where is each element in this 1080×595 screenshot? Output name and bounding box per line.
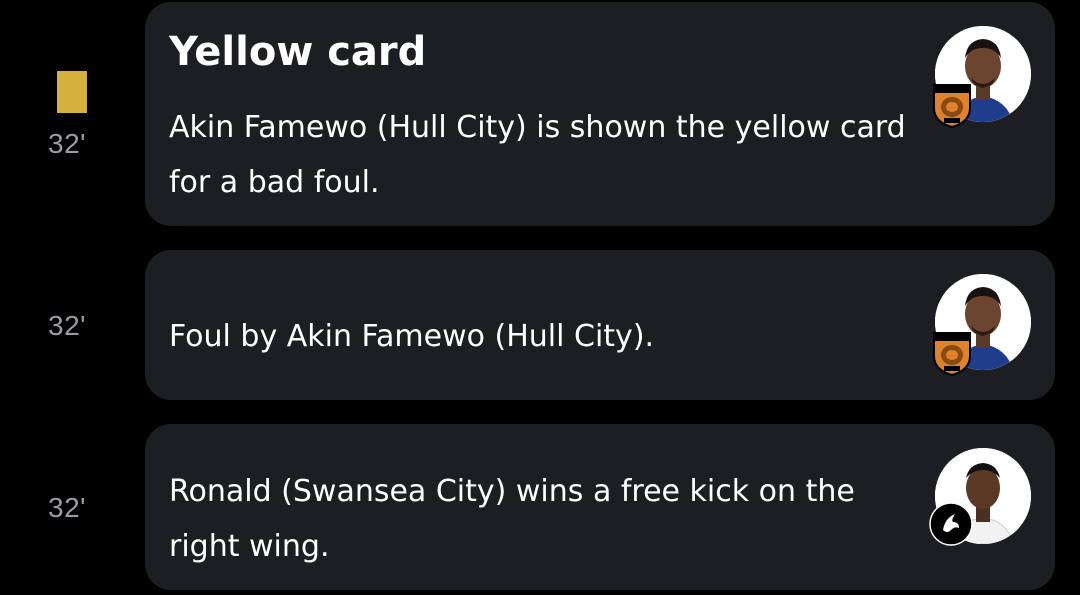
hull-city-badge-icon: [933, 332, 971, 376]
event-description: Foul by Akin Famewo (Hull City).: [169, 319, 655, 354]
commentary-card[interactable]: Yellow card Akin Famewo (Hull City) is s…: [145, 2, 1055, 226]
hull-city-badge-icon: [933, 84, 971, 128]
commentary-card[interactable]: Ronald (Swansea City) wins a free kick o…: [145, 424, 1055, 590]
swansea-city-badge-icon: [929, 502, 973, 546]
commentary-feed: 32' Yellow card Akin Famewo (Hull City) …: [0, 0, 1080, 595]
commentary-card[interactable]: Foul by Akin Famewo (Hull City).: [145, 250, 1055, 400]
player-avatar: [929, 448, 1031, 546]
event-description: Akin Famewo (Hull City) is shown the yel…: [169, 110, 906, 200]
minute-column: 32': [0, 0, 140, 228]
yellow-card-icon: [57, 71, 87, 113]
player-avatar: [933, 274, 1031, 376]
commentary-event-free-kick: 32' Ronald (Swansea City) wins a free ki…: [0, 422, 1080, 595]
event-description: Ronald (Swansea City) wins a free kick o…: [169, 474, 855, 564]
commentary-event-foul: 32' Foul by Akin Famewo (Hull City).: [0, 248, 1080, 402]
minute-column: 32': [0, 422, 140, 595]
minute-column: 32': [0, 248, 140, 402]
event-title: Yellow card: [169, 29, 427, 75]
event-minute: 32': [48, 492, 86, 523]
event-minute: 32': [48, 128, 86, 159]
player-avatar: [933, 26, 1031, 128]
commentary-event-yellow-card: 32' Yellow card Akin Famewo (Hull City) …: [0, 0, 1080, 228]
event-minute: 32': [48, 310, 86, 341]
